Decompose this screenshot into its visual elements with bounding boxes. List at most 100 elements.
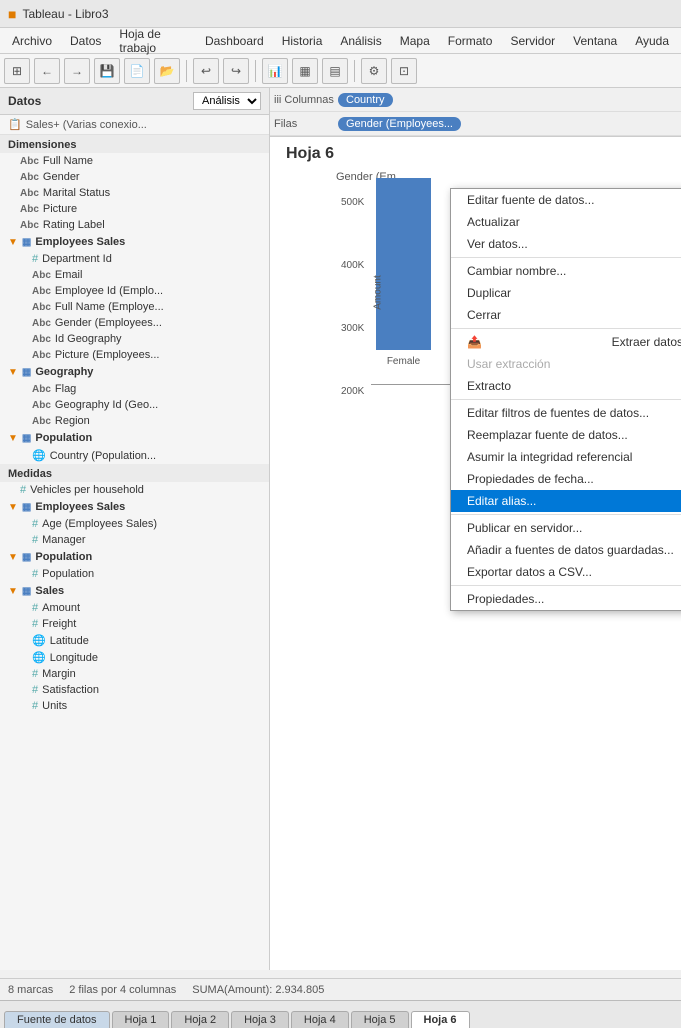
cm-exportar-csv[interactable]: Exportar datos a CSV... <box>451 561 681 583</box>
dim-marital-status[interactable]: Abc Marital Status <box>0 185 269 201</box>
meas-vehicles[interactable]: # Vehicles per household <box>0 482 269 498</box>
toolbar-filter-btn[interactable]: ⚙ <box>361 58 387 84</box>
dim-rating-label[interactable]: Abc Rating Label <box>0 217 269 233</box>
measures-header: Medidas <box>0 464 269 482</box>
analysis-select[interactable]: Análisis <box>193 92 261 110</box>
datasource-label: Sales+ (Varias conexio... <box>26 119 147 131</box>
tab-hoja1[interactable]: Hoja 1 <box>112 1011 170 1028</box>
toolbar-undo-btn[interactable]: ↩ <box>193 58 219 84</box>
toolbar-new-btn[interactable]: 📄 <box>124 58 150 84</box>
es-email[interactable]: Abc Email <box>0 267 269 283</box>
menu-hoja-trabajo[interactable]: Hoja de trabajo <box>111 25 195 57</box>
hash-icon: # <box>32 668 38 680</box>
tab-hoja6[interactable]: Hoja 6 <box>411 1011 470 1028</box>
toolbar-more-btn[interactable]: ▤ <box>322 58 348 84</box>
cm-publicar[interactable]: Publicar en servidor... <box>451 517 681 539</box>
es-dept-id[interactable]: # Department Id <box>0 251 269 267</box>
menu-servidor[interactable]: Servidor <box>502 32 563 50</box>
cm-propiedades-fecha[interactable]: Propiedades de fecha... <box>451 468 681 490</box>
group-meas-sales[interactable]: ▼ ▦ Sales <box>0 582 269 600</box>
cm-cambiar-nombre[interactable]: Cambiar nombre... <box>451 260 681 282</box>
sales-latitude[interactable]: 🌐 Latitude <box>0 632 269 649</box>
cm-extraer-datos[interactable]: 📤 Extraer datos... <box>451 331 681 353</box>
toolbar-back-btn[interactable]: ← <box>34 58 60 84</box>
cm-sep4 <box>451 514 681 515</box>
sales-amount[interactable]: # Amount <box>0 600 269 616</box>
rows-pill[interactable]: Gender (Employees... <box>338 117 461 131</box>
dim-gender-label: Gender <box>43 171 80 183</box>
es-full-name[interactable]: Abc Full Name (Employe... <box>0 299 269 315</box>
mes-age[interactable]: # Age (Employees Sales) <box>0 516 269 532</box>
menu-mapa[interactable]: Mapa <box>392 32 438 50</box>
hash-icon: # <box>20 484 26 496</box>
menu-historia[interactable]: Historia <box>274 32 331 50</box>
cm-propiedades[interactable]: Propiedades... <box>451 588 681 610</box>
cm-añadir-guardadas[interactable]: Añadir a fuentes de datos guardadas... <box>451 539 681 561</box>
group-population[interactable]: ▼ ▦ Population <box>0 429 269 447</box>
toolbar-forward-btn[interactable]: → <box>64 58 90 84</box>
es-gender[interactable]: Abc Gender (Employees... <box>0 315 269 331</box>
menu-formato[interactable]: Formato <box>440 32 501 50</box>
mes-manager-label: Manager <box>42 534 85 546</box>
es-picture[interactable]: Abc Picture (Employees... <box>0 347 269 363</box>
sep1 <box>186 60 187 82</box>
cm-edit-filtros[interactable]: Editar filtros de fuentes de datos... <box>451 402 681 424</box>
sales-satisfaction[interactable]: # Satisfaction <box>0 682 269 698</box>
mes-manager[interactable]: # Manager <box>0 532 269 548</box>
toolbar-redo-btn[interactable]: ↪ <box>223 58 249 84</box>
cm-editar-alias[interactable]: Editar alias... ▶ <box>451 490 681 512</box>
cm-cerrar[interactable]: Cerrar <box>451 304 681 326</box>
sales-units[interactable]: # Units <box>0 698 269 714</box>
mpop-pop[interactable]: # Population <box>0 566 269 582</box>
dim-picture[interactable]: Abc Picture <box>0 201 269 217</box>
tab-hoja2[interactable]: Hoja 2 <box>171 1011 229 1028</box>
cm-edit-datasource[interactable]: Editar fuente de datos... <box>451 189 681 211</box>
view-title: Hoja 6 <box>270 137 681 171</box>
group-meas-employees-sales[interactable]: ▼ ▦ Employees Sales <box>0 498 269 516</box>
menu-ventana[interactable]: Ventana <box>565 32 625 50</box>
sales-latitude-label: Latitude <box>50 635 89 647</box>
dim-gender[interactable]: Abc Gender <box>0 169 269 185</box>
cm-asumir[interactable]: Asumir la integridad referencial <box>451 446 681 468</box>
sales-freight[interactable]: # Freight <box>0 616 269 632</box>
cm-actualizar[interactable]: Actualizar <box>451 211 681 233</box>
cm-sep5 <box>451 585 681 586</box>
toolbar-open-btn[interactable]: 📂 <box>154 58 180 84</box>
geo-flag[interactable]: Abc Flag <box>0 381 269 397</box>
data-source-row[interactable]: 📋 Sales+ (Varias conexio... <box>0 115 269 135</box>
group-geography[interactable]: ▼ ▦ Geography <box>0 363 269 381</box>
menu-ayuda[interactable]: Ayuda <box>627 32 677 50</box>
pop-country[interactable]: 🌐 Country (Population... <box>0 447 269 464</box>
tab-data-source[interactable]: Fuente de datos <box>4 1011 110 1028</box>
toolbar-bar-btn[interactable]: ▦ <box>292 58 318 84</box>
dim-full-name[interactable]: Abc Full Name <box>0 153 269 169</box>
group-employees-sales[interactable]: ▼ ▦ Employees Sales <box>0 233 269 251</box>
geo-region[interactable]: Abc Region <box>0 413 269 429</box>
es-emp-id[interactable]: Abc Employee Id (Emplo... <box>0 283 269 299</box>
geo-id[interactable]: Abc Geography Id (Geo... <box>0 397 269 413</box>
cm-duplicar[interactable]: Duplicar <box>451 282 681 304</box>
cm-ver-datos[interactable]: Ver datos... <box>451 233 681 255</box>
tab-hoja5[interactable]: Hoja 5 <box>351 1011 409 1028</box>
toolbar-save-btn[interactable]: 💾 <box>94 58 120 84</box>
toolbar-fit-btn[interactable]: ⊡ <box>391 58 417 84</box>
group-meas-population[interactable]: ▼ ▦ Population <box>0 548 269 566</box>
sales-margin[interactable]: # Margin <box>0 666 269 682</box>
toolbar-chart-btn[interactable]: 📊 <box>262 58 288 84</box>
menu-analisis[interactable]: Análisis <box>332 32 389 50</box>
es-email-label: Email <box>55 269 83 281</box>
menu-dashboard[interactable]: Dashboard <box>197 32 272 50</box>
abc-icon: Abc <box>32 318 51 329</box>
toolbar-grid-btn[interactable]: ⊞ <box>4 58 30 84</box>
sales-longitude[interactable]: 🌐 Longitude <box>0 649 269 666</box>
tab-hoja3[interactable]: Hoja 3 <box>231 1011 289 1028</box>
menu-archivo[interactable]: Archivo <box>4 32 60 50</box>
menu-datos[interactable]: Datos <box>62 32 109 50</box>
cm-extracto[interactable]: Extracto ▶ <box>451 375 681 397</box>
es-id-geo[interactable]: Abc Id Geography <box>0 331 269 347</box>
panel-title: Datos <box>8 94 41 108</box>
tab-hoja4[interactable]: Hoja 4 <box>291 1011 349 1028</box>
status-marks: 8 marcas <box>8 984 53 996</box>
columns-pill[interactable]: Country <box>338 93 393 107</box>
cm-reemplazar[interactable]: Reemplazar fuente de datos... <box>451 424 681 446</box>
